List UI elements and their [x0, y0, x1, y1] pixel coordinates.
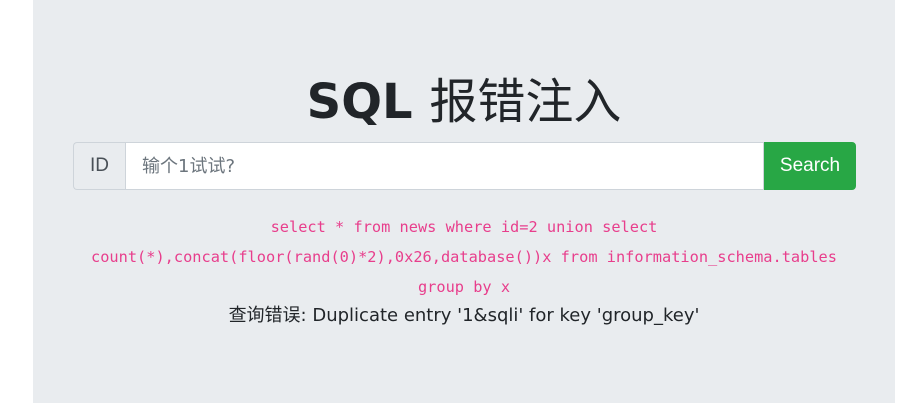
id-addon-label: ID — [73, 142, 125, 190]
sql-query-text: select * from news where id=2 union sele… — [91, 218, 837, 296]
page-title-cn: 报错注入 — [429, 74, 622, 130]
jumbotron: SQL 报错注入 ID Search select * from news wh… — [33, 0, 895, 403]
search-button[interactable]: Search — [764, 142, 856, 190]
id-input[interactable] — [125, 142, 764, 190]
search-form: ID Search — [73, 142, 856, 190]
error-message: 查询错误: Duplicate entry '1&sqli' for key '… — [228, 305, 700, 326]
page-title-en: SQL — [306, 74, 413, 130]
page-title: SQL 报错注入 — [33, 72, 895, 132]
